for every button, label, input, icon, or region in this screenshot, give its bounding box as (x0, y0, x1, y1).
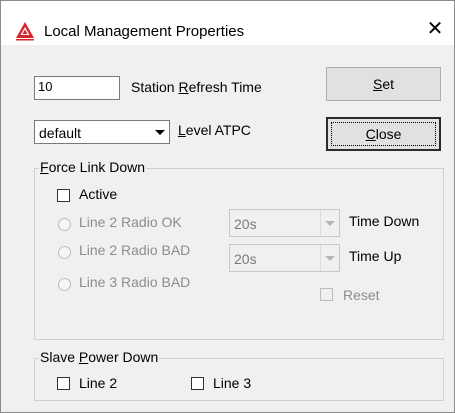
station-refresh-label-text: Station Refresh Time (131, 79, 262, 95)
radio-line3-bad[interactable] (58, 278, 71, 291)
reset-label: Reset (343, 287, 380, 303)
set-button[interactable]: Set (326, 67, 441, 101)
focus-rectangle (331, 122, 436, 146)
line2-label: Line 2 (79, 375, 118, 391)
dialog-window: Local Management Properties ✕ 10 Station… (0, 0, 455, 413)
slave-power-down-title: Slave Power Down (39, 349, 160, 365)
radio-line2-ok-label: Line 2 Radio OK (79, 214, 182, 230)
radio-line2-ok[interactable] (58, 218, 71, 231)
time-up-label: Time Up (349, 248, 402, 264)
chevron-down-icon[interactable] (320, 245, 339, 271)
force-link-down-title: Force Link Down (39, 159, 147, 175)
time-down-value: 20s (234, 216, 257, 232)
close-window-button[interactable]: ✕ (420, 15, 450, 43)
level-atpc-select[interactable]: default (34, 120, 170, 144)
level-atpc-label-text: Level ATPC (178, 122, 251, 138)
radio-line2-bad[interactable] (58, 246, 71, 259)
chevron-down-icon[interactable] (151, 121, 169, 143)
station-refresh-input[interactable]: 10 (34, 76, 120, 100)
reset-checkbox[interactable] (320, 288, 333, 301)
radio-line3-bad-label: Line 3 Radio BAD (79, 274, 191, 290)
time-up-select[interactable]: 20s (229, 244, 340, 272)
set-button-label: Set (372, 76, 395, 92)
station-refresh-value: 10 (38, 79, 53, 94)
line3-label: Line 3 (213, 375, 252, 391)
active-checkbox[interactable] (57, 189, 70, 202)
level-atpc-value: default (39, 125, 82, 141)
chevron-down-icon[interactable] (320, 210, 339, 236)
level-atpc-label: Level ATPC (178, 122, 251, 138)
active-label: Active (79, 186, 118, 202)
radio-line2-bad-label: Line 2 Radio BAD (79, 242, 191, 258)
title-bar: Local Management Properties ✕ (1, 1, 454, 45)
line2-checkbox[interactable] (57, 377, 70, 390)
station-refresh-label: Station Refresh Time (131, 79, 262, 95)
close-button[interactable]: Close (326, 117, 441, 151)
warning-triangle-icon (15, 21, 35, 41)
close-icon: ✕ (426, 18, 444, 40)
time-down-label: Time Down (349, 213, 420, 229)
line3-checkbox[interactable] (191, 377, 204, 390)
time-down-select[interactable]: 20s (229, 209, 340, 237)
time-up-value: 20s (234, 251, 257, 267)
window-title: Local Management Properties (44, 23, 245, 40)
